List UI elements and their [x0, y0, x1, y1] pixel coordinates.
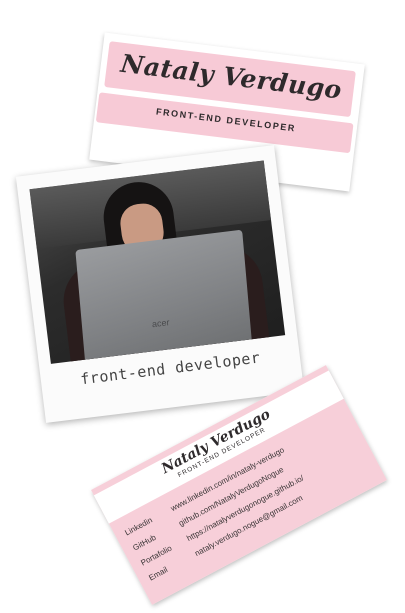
- laptop-logo: acer: [151, 317, 170, 330]
- portfolio-cards-stage: Nataly Verdugo FRONT-END DEVELOPER acer …: [0, 0, 405, 613]
- polaroid-photo: acer front-end developer: [15, 145, 305, 423]
- profile-photo: acer: [29, 160, 286, 364]
- photo-laptop: acer: [75, 229, 253, 364]
